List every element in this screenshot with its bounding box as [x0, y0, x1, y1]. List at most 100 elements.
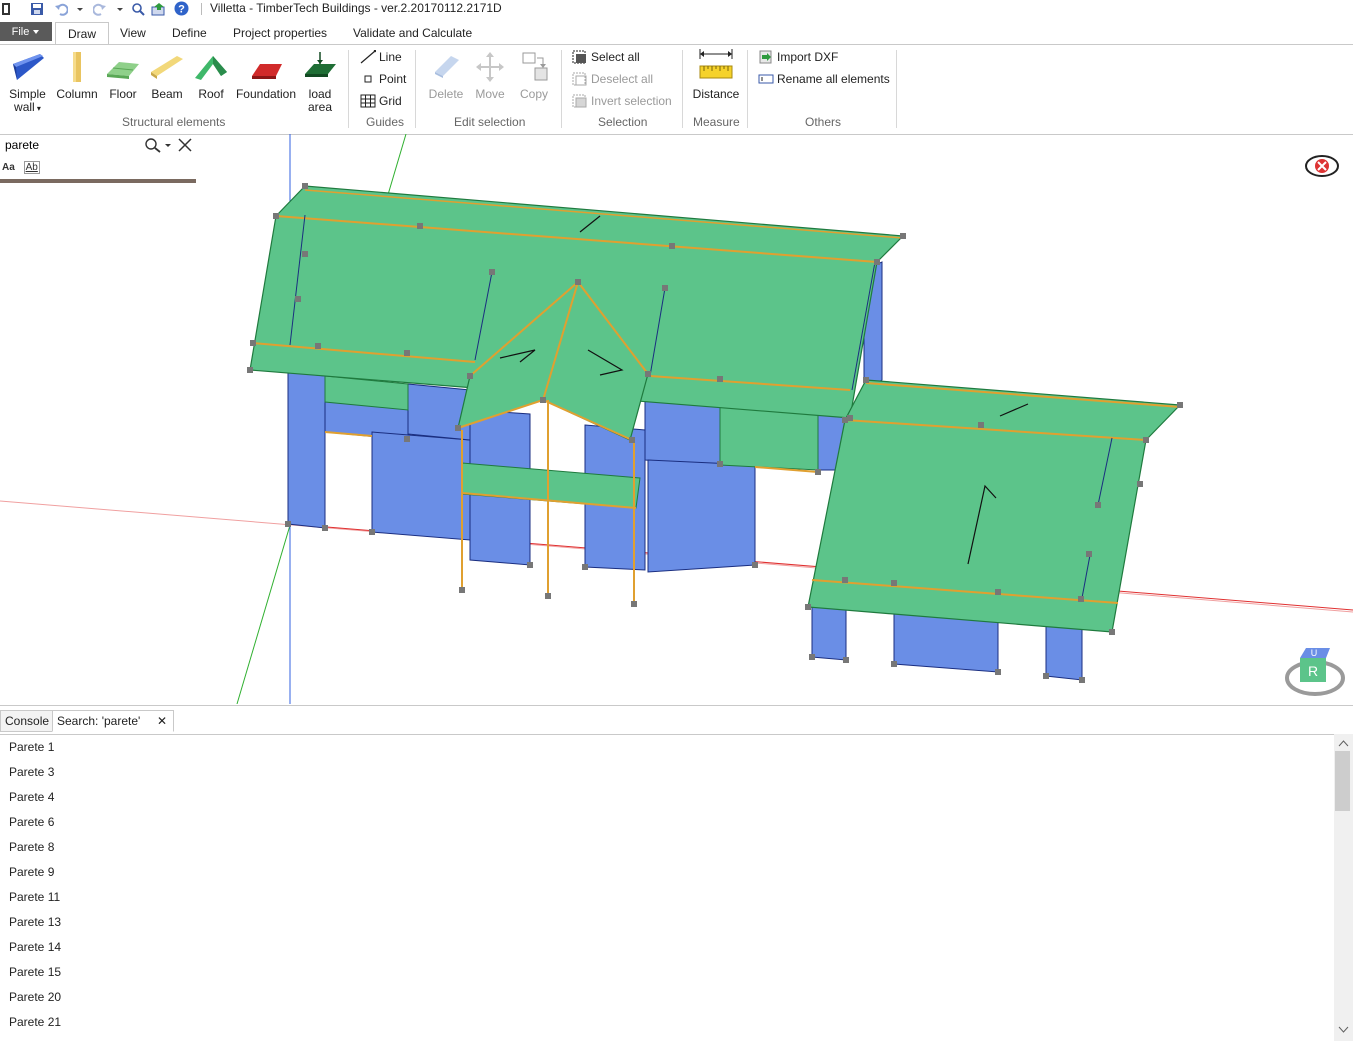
ribbon-separator — [348, 50, 349, 128]
beam-label: Beam — [151, 87, 183, 101]
delete-button[interactable]: Delete — [426, 50, 466, 101]
tab-define[interactable]: Define — [170, 22, 209, 44]
copy-button[interactable]: Copy — [514, 50, 554, 101]
zoom-icon[interactable] — [130, 1, 146, 16]
distance-button[interactable]: Distance — [691, 46, 741, 101]
undo-dropdown-icon[interactable] — [75, 1, 85, 16]
line-icon — [360, 50, 376, 64]
chevron-down-icon — [33, 29, 40, 34]
guide-grid-button[interactable]: Grid — [360, 94, 402, 108]
ribbon-separator — [747, 50, 748, 128]
list-item[interactable]: Parete 11 — [9, 890, 60, 904]
selection-group-label: Selection — [598, 115, 648, 129]
match-case-toggle[interactable]: Aa — [2, 162, 15, 173]
tab-validate-and-calculate[interactable]: Validate and Calculate — [351, 22, 474, 44]
scrollbar-thumb[interactable] — [1335, 751, 1350, 811]
guide-line-button[interactable]: Line — [360, 50, 402, 64]
view-cube[interactable]: U R — [1285, 648, 1345, 696]
beam-button[interactable]: Beam — [147, 50, 187, 101]
list-item[interactable]: Parete 3 — [9, 765, 54, 779]
move-button[interactable]: Move — [470, 50, 510, 101]
select-all-icon — [572, 50, 586, 64]
copy-label: Copy — [519, 87, 548, 101]
ruler-icon — [699, 49, 733, 79]
delete-label: Delete — [428, 87, 464, 101]
foundation-button[interactable]: Foundation — [234, 50, 298, 101]
floor-label: Floor — [109, 87, 137, 101]
copy-icon — [522, 52, 548, 81]
select-all-button[interactable]: Select all — [572, 50, 640, 64]
list-item[interactable]: Parete 1 — [9, 740, 54, 754]
invert-selection-button[interactable]: Invert selection — [572, 94, 672, 108]
whole-word-toggle[interactable]: Ab — [23, 161, 40, 174]
list-item[interactable]: Parete 8 — [9, 840, 54, 854]
visibility-toggle-icon[interactable] — [1305, 155, 1339, 177]
import-dxf-button[interactable]: Import DXF — [758, 50, 838, 64]
list-item[interactable]: Parete 20 — [9, 990, 61, 1004]
guides-group-label: Guides — [366, 115, 405, 129]
close-tab-icon[interactable]: ✕ — [157, 711, 167, 731]
ribbon-separator — [896, 50, 897, 128]
search-results-list — [0, 734, 1334, 1042]
svg-text:?: ? — [178, 4, 185, 16]
roof-label: Roof — [198, 87, 224, 101]
ribbon-separator — [415, 50, 416, 128]
search-options: Aa Ab — [2, 161, 40, 174]
deselect-all-label: Deselect all — [591, 72, 654, 86]
select-all-label: Select all — [591, 50, 640, 64]
wall-icon — [12, 54, 44, 80]
export-icon[interactable] — [151, 1, 167, 16]
beam-icon — [151, 56, 183, 79]
help-icon[interactable]: ? — [173, 1, 189, 16]
close-icon[interactable] — [176, 136, 194, 157]
search-box — [0, 136, 196, 156]
distance-label: Distance — [692, 87, 740, 101]
tab-draw[interactable]: Draw — [55, 22, 109, 45]
rename-all-elements-label: Rename all elements — [777, 72, 890, 86]
ribbon-separator — [561, 50, 562, 128]
file-menu-button[interactable]: File — [0, 22, 52, 41]
tab-search-results[interactable]: Search: 'parete' ✕ — [52, 710, 174, 732]
roof-button[interactable]: Roof — [192, 50, 230, 101]
deselect-all-button[interactable]: Deselect all — [572, 72, 653, 86]
edit-selection-group-label: Edit selection — [454, 115, 526, 129]
view-cube-front-label: R — [1308, 663, 1318, 679]
list-item[interactable]: Parete 14 — [9, 940, 61, 954]
guide-point-label: Point — [379, 72, 407, 86]
3d-viewport[interactable]: U R — [0, 134, 1353, 704]
simple-wall-label-2: wall — [14, 100, 35, 114]
list-item[interactable]: Parete 15 — [9, 965, 61, 979]
floor-button[interactable]: Floor — [104, 50, 142, 101]
measure-group-label: Measure — [693, 115, 740, 129]
deselect-all-icon — [572, 72, 587, 86]
list-item[interactable]: Parete 6 — [9, 815, 54, 829]
search-input[interactable] — [2, 136, 146, 154]
chevron-down-icon: ▾ — [34, 104, 41, 113]
column-label: Column — [56, 87, 98, 101]
title-bar: ? Villetta - TimberTech Buildings - ver.… — [0, 0, 1353, 18]
search-icon[interactable] — [144, 137, 162, 156]
guide-point-button[interactable]: Point — [360, 72, 406, 86]
redo-icon[interactable] — [92, 1, 108, 16]
rename-all-elements-button[interactable]: Rename all elements — [758, 72, 890, 86]
undo-icon[interactable] — [53, 1, 69, 16]
simple-wall-button[interactable]: Simple wall ▾ — [5, 50, 50, 115]
list-item[interactable]: Parete 9 — [9, 865, 54, 879]
tab-console[interactable]: Console — [0, 710, 55, 732]
ribbon-separator — [682, 50, 683, 128]
tab-view[interactable]: View — [118, 22, 148, 44]
invert-selection-icon — [572, 94, 587, 108]
redo-dropdown-icon[interactable] — [115, 1, 125, 16]
column-button[interactable]: Column — [54, 50, 100, 101]
list-item[interactable]: Parete 13 — [9, 915, 61, 929]
load-area-label-2: area — [307, 100, 333, 114]
chevron-down-icon[interactable] — [164, 139, 172, 153]
tab-project-properties[interactable]: Project properties — [231, 22, 329, 44]
grid-icon — [360, 94, 376, 108]
list-item[interactable]: Parete 4 — [9, 790, 54, 804]
load-area-button[interactable]: load area — [302, 50, 338, 114]
save-icon[interactable] — [29, 1, 45, 16]
list-item[interactable]: Parete 21 — [9, 1015, 61, 1029]
search-panel-bottom-border — [0, 179, 196, 183]
invert-selection-label: Invert selection — [591, 94, 672, 108]
